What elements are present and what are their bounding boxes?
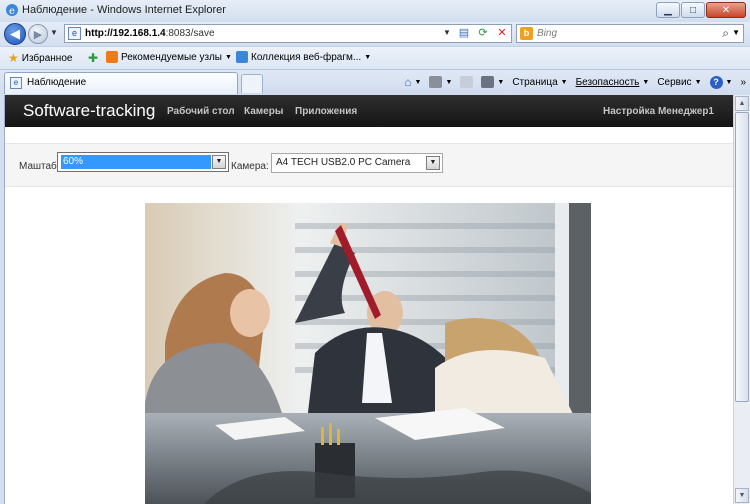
app-brand[interactable]: Software-tracking [23, 101, 155, 121]
maximize-button[interactable]: □ [681, 2, 705, 18]
web-slice-gallery-link[interactable]: Коллекция веб-фрагм... ▼ [236, 51, 371, 63]
svg-text:e: e [9, 6, 15, 17]
favorites-button[interactable]: ★ Избранное [8, 51, 72, 65]
add-favorite-icon: ✚ [88, 51, 99, 65]
tab-surveillance[interactable]: e Наблюдение [4, 72, 238, 94]
nav-settings-manager[interactable]: Настройка Менеджер1 [603, 106, 714, 117]
mail-button[interactable] [460, 76, 474, 88]
command-bar: ⌂ ▼ ▼ ▼ Страница ▼ Безопасность ▼ Сервис ▼ ?… [404, 75, 746, 89]
zoom-select[interactable]: 60% ▼ [57, 152, 229, 172]
scrollbar-thumb[interactable] [735, 112, 749, 402]
camera-controls: Маштаб: 60% ▼ Камера: A4 TECH USB2.0 PC … [5, 143, 734, 187]
web-slice-icon [236, 51, 248, 63]
stop-icon[interactable]: ✕ [493, 26, 511, 41]
feeds-button[interactable]: ▼ [429, 76, 452, 88]
camera-feed-image [145, 203, 591, 504]
printer-icon [481, 76, 495, 88]
nav-cameras[interactable]: Камеры [244, 106, 283, 117]
suggested-sites-icon [106, 51, 118, 63]
bing-icon: b [520, 27, 533, 40]
favorites-star-icon: ★ [8, 51, 19, 65]
suggested-sites-label: Рекомендуемые узлы [121, 51, 222, 63]
window-title: Наблюдение - Windows Internet Explorer [22, 4, 226, 16]
suggested-sites-link[interactable]: Рекомендуемые узлы ▼ [106, 51, 232, 63]
help-icon: ? [709, 75, 723, 89]
address-url[interactable]: http://192.168.1.4:8083/save [85, 28, 215, 39]
compatibility-view-icon[interactable]: ▤ [455, 26, 473, 41]
home-button[interactable]: ⌂ ▼ [404, 75, 421, 89]
tab-label: Наблюдение [27, 77, 87, 88]
page-menu[interactable]: Страница ▼ [512, 77, 567, 88]
chevron-down-icon: ▼ [364, 53, 372, 61]
safety-menu[interactable]: Безопасность ▼ [576, 77, 650, 88]
camera-selected-value: A4 TECH USB2.0 PC Camera [276, 157, 411, 168]
chevron-down-icon[interactable]: ▼ [426, 156, 440, 170]
close-window-button[interactable]: ✕ [706, 2, 746, 18]
help-button[interactable]: ? ▼ [709, 75, 732, 89]
refresh-icon[interactable]: ⟳ [474, 26, 492, 41]
forward-button[interactable]: ▶ [28, 24, 48, 44]
page-content: Software-tracking Рабочий стол Камеры Пр… [4, 95, 734, 504]
chevron-down-icon[interactable]: ▼ [212, 155, 226, 169]
favorites-bar: ★ Избранное ✚ Рекомендуемые узлы ▼ Колле… [0, 46, 750, 70]
window-titlebar: e Наблюдение - Windows Internet Explorer… [0, 0, 750, 23]
tab-bar: e Наблюдение ⌂ ▼ ▼ ▼ Страница ▼ Безопаснос… [0, 70, 750, 95]
app-navbar: Software-tracking Рабочий стол Камеры Пр… [5, 95, 734, 127]
chevron-down-icon: ▼ [224, 53, 232, 61]
address-bar[interactable]: e http://192.168.1.4:8083/save ▼ ▤ ⟳ ✕ [64, 24, 512, 43]
mail-icon [460, 76, 474, 88]
new-tab-button[interactable] [241, 74, 263, 93]
search-options-dropdown-icon[interactable]: ▼ [732, 28, 740, 37]
ie-logo-icon: e [6, 4, 18, 17]
camera-feed-scene [145, 203, 591, 504]
address-dropdown-icon[interactable]: ▼ [443, 28, 451, 37]
rss-feed-icon [429, 76, 443, 88]
navigation-bar: ◀ ▶ ▼ e http://192.168.1.4:8083/save ▼ ▤… [0, 22, 750, 46]
minimize-button[interactable]: ▁ [656, 2, 680, 18]
nav-applications[interactable]: Приложения [295, 106, 357, 117]
toolbar-overflow-button[interactable]: » [740, 77, 746, 88]
tab-page-icon: e [10, 77, 22, 89]
web-slice-gallery-label: Коллекция веб-фрагм... [251, 51, 362, 63]
zoom-label: Маштаб: [19, 161, 60, 172]
tools-menu[interactable]: Сервис ▼ [657, 77, 701, 88]
favorites-label: Избранное [21, 52, 73, 64]
search-input[interactable]: Bing [537, 28, 557, 39]
page-icon: e [68, 27, 81, 40]
add-to-favorites-button[interactable]: ✚ [88, 51, 98, 65]
window-controls: ▁ □ ✕ [656, 2, 746, 18]
home-icon: ⌂ [404, 75, 412, 89]
camera-select[interactable]: A4 TECH USB2.0 PC Camera ▼ [271, 153, 443, 173]
zoom-selected-value: 60% [61, 155, 211, 169]
search-box[interactable]: b Bing ⌕ ▼ [516, 24, 744, 43]
search-icon[interactable]: ⌕ [722, 26, 729, 41]
print-button[interactable]: ▼ [481, 76, 504, 88]
recent-pages-dropdown-icon[interactable]: ▼ [50, 28, 58, 37]
camera-label: Камера: [231, 161, 269, 172]
back-button[interactable]: ◀ [4, 23, 26, 45]
vertical-scrollbar[interactable]: ▲ ▼ [733, 95, 750, 504]
nav-desktop[interactable]: Рабочий стол [167, 106, 235, 117]
scroll-up-arrow-icon[interactable]: ▲ [735, 96, 749, 111]
scroll-down-arrow-icon[interactable]: ▼ [735, 488, 749, 503]
